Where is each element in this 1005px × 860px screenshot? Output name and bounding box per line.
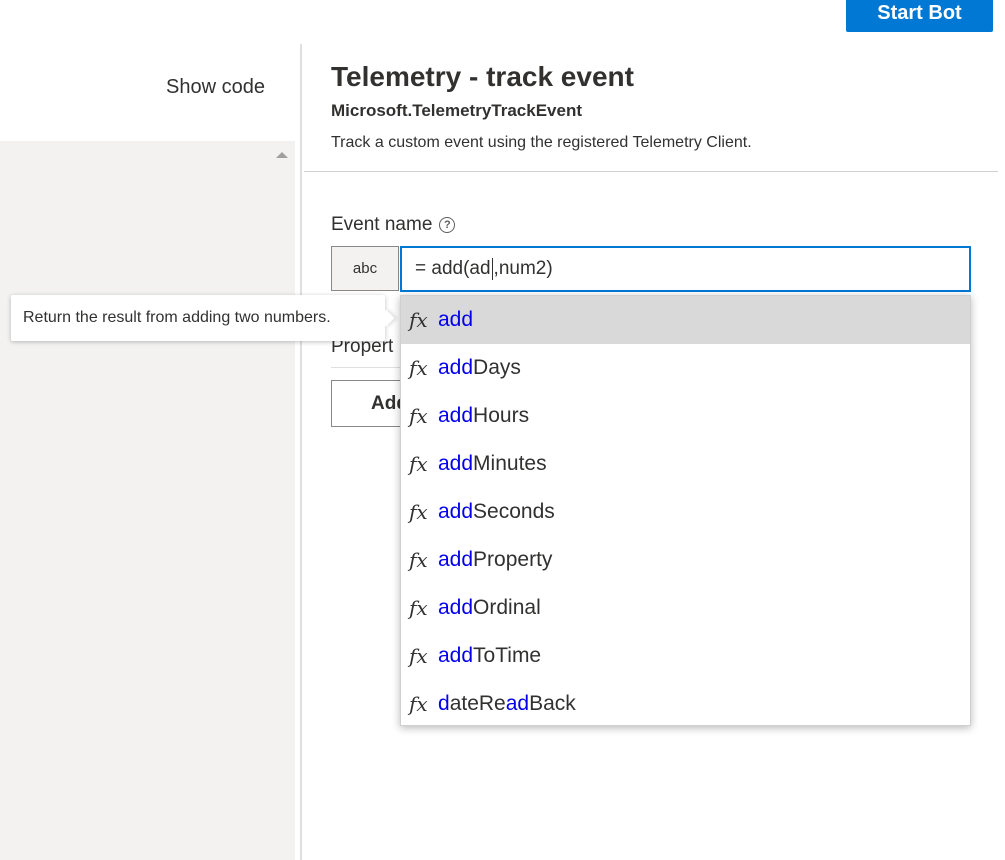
suggestion-item-addseconds[interactable]: fx add Seconds xyxy=(401,488,970,536)
fx-icon: fx xyxy=(409,548,428,572)
action-description: Track a custom event using the registere… xyxy=(331,134,752,151)
suggestion-match-text: add xyxy=(438,308,474,331)
suggestion-match-text: add xyxy=(438,548,474,571)
suggestion-item-add[interactable]: fx add xyxy=(401,296,970,344)
header-divider xyxy=(304,171,998,172)
suggestion-rest-text: Days xyxy=(473,356,521,379)
suggestion-match-text: add xyxy=(438,404,474,427)
suggestion-match-text: add xyxy=(438,452,474,475)
left-pane: Show code xyxy=(0,44,300,860)
expression-text-before-caret: = add(ad xyxy=(415,258,491,279)
scroll-up-arrow-icon[interactable] xyxy=(276,152,288,158)
text-caret xyxy=(491,258,493,280)
top-toolbar: Start Bot xyxy=(0,0,1005,45)
suggestion-item-adddays[interactable]: fx add Days xyxy=(401,344,970,392)
fx-icon: fx xyxy=(409,356,428,380)
suggestion-prefix-text: d xyxy=(438,692,450,715)
suggestion-match-text: ad xyxy=(505,692,530,715)
fx-icon: fx xyxy=(409,404,428,428)
suggestion-rest-text: Hours xyxy=(473,404,530,427)
fx-icon: fx xyxy=(409,500,428,524)
fx-icon: fx xyxy=(409,644,428,668)
event-name-label-text: Event name xyxy=(331,214,433,235)
show-code-link[interactable]: Show code xyxy=(166,76,265,99)
suggestion-match-text: add xyxy=(438,644,474,667)
suggestion-match-text: add xyxy=(438,500,474,523)
suggestion-plain-text: ate xyxy=(449,692,479,715)
suggestion-rest-text: Seconds xyxy=(473,500,555,523)
fx-icon: fx xyxy=(409,452,428,476)
value-type-button[interactable]: abc xyxy=(331,246,399,291)
fx-icon: fx xyxy=(409,596,428,620)
vertical-scrollbar[interactable] xyxy=(271,141,295,860)
visual-editor-canvas[interactable] xyxy=(0,141,271,860)
suggestion-rest-text: Back xyxy=(529,692,576,715)
suggestion-item-addproperty[interactable]: fx add Property xyxy=(401,536,970,584)
suggestion-item-addtotime[interactable]: fx add ToTime xyxy=(401,632,970,680)
suggestion-item-addminutes[interactable]: fx add Minutes xyxy=(401,440,970,488)
fx-icon: fx xyxy=(409,308,428,332)
event-name-field-label: Event name ? xyxy=(331,214,456,236)
suggestion-item-addhours[interactable]: fx add Hours xyxy=(401,392,970,440)
suggestion-rest-text: Property xyxy=(473,548,553,571)
suggestion-rest-text: ToTime xyxy=(473,644,542,667)
help-circle-icon[interactable]: ? xyxy=(439,217,456,233)
function-description-tooltip: Return the result from adding two number… xyxy=(11,295,385,341)
autocomplete-dropdown: fx add fx add Days fx add Hours fx add Minu… xyxy=(400,295,971,726)
suggestion-item-addordinal[interactable]: fx add Ordinal xyxy=(401,584,970,632)
action-type-label: Microsoft.TelemetryTrackEvent xyxy=(331,101,582,120)
suggestion-rest-text: Minutes xyxy=(473,452,547,475)
fx-icon: fx xyxy=(409,692,428,716)
tooltip-text: Return the result from adding two number… xyxy=(23,309,331,326)
properties-divider xyxy=(331,367,411,368)
suggestion-item-datereadback[interactable]: fx d ate Re ad Back xyxy=(401,680,970,728)
suggestion-match-text: add xyxy=(438,356,474,379)
event-name-expression-input[interactable]: = add(ad ,num2) xyxy=(400,246,971,292)
suggestion-rest-text: Ordinal xyxy=(473,596,541,619)
suggestion-plain-text-2: Re xyxy=(478,692,506,715)
expression-text-after-caret: ,num2) xyxy=(493,258,553,279)
start-bot-button[interactable]: Start Bot xyxy=(846,0,993,32)
page-title: Telemetry - track event xyxy=(331,61,634,92)
suggestion-match-text: add xyxy=(438,596,474,619)
